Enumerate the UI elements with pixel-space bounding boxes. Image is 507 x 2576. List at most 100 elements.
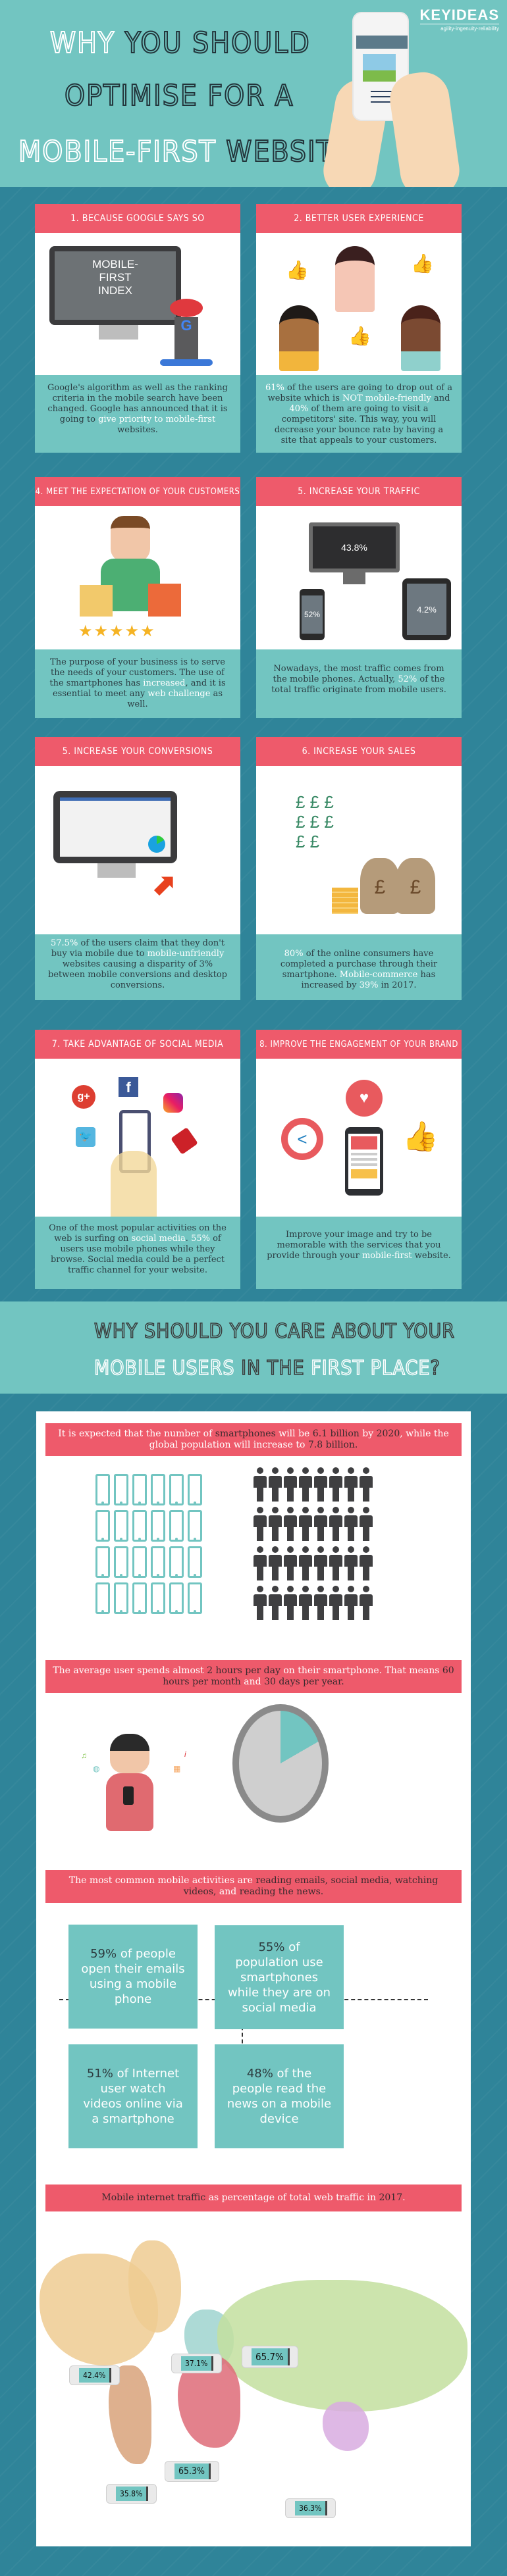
- population-pictogram: [254, 1467, 373, 1620]
- robot-head-icon: [170, 299, 203, 317]
- smartphone-icon: [114, 1510, 128, 1542]
- hero-title-line-2: Optimise for a: [64, 78, 294, 113]
- person-icon: [360, 1546, 373, 1580]
- smartphone-icon: [132, 1474, 147, 1505]
- instagram-icon: [163, 1093, 183, 1113]
- section-heading-line-2: Mobile users in the first place?: [93, 1356, 440, 1380]
- person-icon: [344, 1586, 358, 1620]
- heart-icon: ♥: [346, 1080, 383, 1117]
- person-icon: [314, 1467, 327, 1502]
- social-media-illustration: g+ f 🐦: [35, 1059, 240, 1217]
- google-plus-icon: g+: [72, 1085, 95, 1109]
- smartphone-icon: [132, 1546, 147, 1578]
- person-icon: [284, 1586, 297, 1620]
- pie-chart-icon: [148, 836, 165, 853]
- user-avatar-icon: [335, 246, 375, 312]
- shopping-bag-icon: [80, 585, 113, 617]
- smartphone-icon: [95, 1510, 110, 1542]
- map-badge-south-america: 35.8%: [106, 2484, 157, 2504]
- user-avatar-icon: [401, 305, 440, 371]
- customer-avatar-icon: [111, 516, 150, 562]
- map-badge-africa: 65.3%: [165, 2461, 220, 2482]
- music-icon: ♫: [81, 1751, 87, 1760]
- facebook-icon: f: [119, 1077, 138, 1097]
- card-sales: 6. Increase your sales £ £ £ £ £ £ £ £ £ £…: [256, 737, 462, 1000]
- card-title: 6. Increase your sales: [256, 737, 462, 766]
- smartphone-icon: [123, 1786, 134, 1805]
- smartphone-icon: [169, 1510, 184, 1542]
- smartphone-icon: [169, 1474, 184, 1505]
- card-title: 5. Increase your conversions: [35, 737, 240, 766]
- mobile-first-index-illustration: MOBILE- FIRST INDEX G: [35, 233, 240, 375]
- smartphone-icon: [114, 1474, 128, 1505]
- globe-icon: ◍: [93, 1764, 100, 1773]
- person-icon: [344, 1546, 358, 1580]
- person-icon: [299, 1586, 312, 1620]
- banknotes-icon: £ £ £ £ £ £ £ £: [296, 792, 334, 851]
- card-google: 1. Because Google says so MOBILE- FIRST …: [35, 204, 240, 453]
- person-icon: [344, 1467, 358, 1502]
- person-icon: [329, 1586, 342, 1620]
- card-description: One of the most popular activities on th…: [35, 1217, 240, 1289]
- smartphone-icon: [169, 1546, 184, 1578]
- card-description: Improve your image and try to be memorab…: [256, 1217, 462, 1289]
- stat-news: 48% of the people read the news on a mob…: [215, 2044, 344, 2148]
- smartphone-icon: [188, 1546, 202, 1578]
- smartphones-pictogram: [95, 1474, 202, 1614]
- shopping-bag-icon: [148, 584, 181, 617]
- map-title-banner: Mobile internet traffic as percentage of…: [45, 2185, 462, 2211]
- smartphone-icon: [151, 1474, 165, 1505]
- map-region-oceania: [323, 2402, 369, 2451]
- person-icon: [284, 1467, 297, 1502]
- hero-header: Why You should Optimise for a Mobile-Fir…: [0, 0, 507, 187]
- person-icon: [360, 1507, 373, 1541]
- smartphone-icon: [95, 1546, 110, 1578]
- stat-emails: 59% of people open their emails using a …: [68, 1925, 198, 2029]
- hero-title-line-1: Why You should: [49, 26, 311, 61]
- growth-chart-icon: ⬈: [152, 869, 176, 901]
- user-with-phone-illustration: [110, 1734, 149, 1773]
- five-star-rating-icon: ★★★★★: [78, 622, 156, 640]
- smartphone-icon: [188, 1474, 202, 1505]
- card-traffic: 5. Increase your traffic 43.8% 52% 4.2% …: [256, 477, 462, 718]
- card-user-experience: 2. Better User Experience 👍 👍 👍 61% of t…: [256, 204, 462, 453]
- card-title: 1. Because Google says so: [35, 204, 240, 233]
- person-icon: [269, 1507, 282, 1541]
- person-icon: [360, 1467, 373, 1502]
- card-description: 61% of the users are going to drop out o…: [256, 375, 462, 453]
- person-icon: [329, 1507, 342, 1541]
- card-title: 5. Increase your traffic: [256, 477, 462, 506]
- card-title: 2. Better User Experience: [256, 204, 462, 233]
- engagement-illustration: ♥ < 👍: [256, 1059, 462, 1217]
- monitor-icon: MOBILE- FIRST INDEX: [49, 246, 181, 325]
- smartphone-icon: [151, 1510, 165, 1542]
- shopper-illustration: ★★★★★: [35, 506, 240, 649]
- devices-illustration: 43.8% 52% 4.2%: [256, 506, 462, 649]
- card-description: Nowadays, the most traffic comes from th…: [256, 649, 462, 718]
- clock-icon: [232, 1704, 329, 1823]
- card-description: Google's algorithm as well as the rankin…: [35, 375, 240, 453]
- person-icon: [254, 1507, 267, 1541]
- money-bag-icon: £: [360, 858, 400, 914]
- youtube-icon: [171, 1127, 198, 1155]
- smartphone-icon: [95, 1582, 110, 1614]
- person-icon: [284, 1507, 297, 1541]
- stat-videos: 51% of Internet user watch videos online…: [68, 2044, 198, 2148]
- stat-social-media: 55% of population use smartphones while …: [215, 1925, 344, 2029]
- thumbs-up-icon: 👍: [286, 260, 309, 280]
- card-title: 4. Meet the expectation of your customer…: [35, 477, 240, 506]
- share-icon: <: [281, 1118, 323, 1160]
- person-icon: [314, 1507, 327, 1541]
- card-description: The purpose of your business is to serve…: [35, 649, 240, 718]
- world-map: 42.4% 37.1% 65.7% 65.3% 35.8% 36.3%: [36, 2240, 471, 2530]
- money-illustration: £ £ £ £ £ £ £ £ £ £: [256, 766, 462, 934]
- person-icon: [269, 1546, 282, 1580]
- section-heading-band: Why should you care about your Mobile us…: [0, 1301, 507, 1394]
- person-icon: [299, 1546, 312, 1580]
- card-title: 8. Improve the engagement of your brand: [256, 1030, 462, 1059]
- map-badge-europe: 37.1%: [171, 2354, 223, 2373]
- happy-users-illustration: 👍 👍 👍: [256, 233, 462, 375]
- twitter-icon: 🐦: [76, 1127, 95, 1147]
- info-icon: i: [184, 1750, 186, 1759]
- person-icon: [269, 1467, 282, 1502]
